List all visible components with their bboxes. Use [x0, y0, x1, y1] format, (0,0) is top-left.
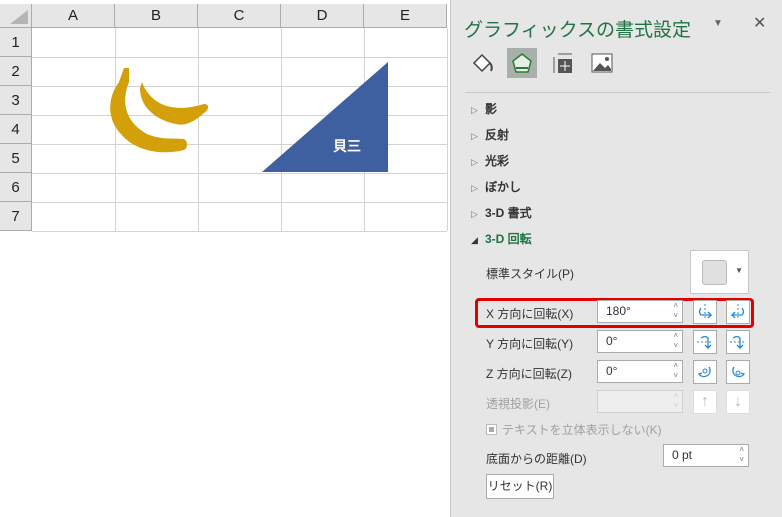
grid-line — [447, 28, 448, 231]
perspective-increase-button[interactable]: ↑ — [693, 390, 717, 414]
spreadsheet: A B C D E 1 2 3 4 5 6 7 貝三 — [0, 0, 450, 517]
preset-dropdown[interactable]: ▼ — [690, 250, 749, 294]
x-rotation-input[interactable]: 180° ˄ ˅ — [597, 300, 683, 323]
x-rotation-value: 180° — [606, 304, 631, 318]
section-shadow[interactable]: ▷ 影 — [471, 100, 497, 117]
section-glow[interactable]: ▷ 光彩 — [471, 152, 509, 169]
y-rotate-up-button[interactable] — [693, 330, 717, 354]
spinner-arrows[interactable]: ˄ ˅ — [739, 445, 744, 465]
row-header-4[interactable]: 4 — [0, 115, 32, 144]
spinner-arrows[interactable]: ˄ ˅ — [673, 361, 678, 381]
z-rotate-left-button[interactable] — [693, 360, 717, 384]
row-header-5[interactable]: 5 — [0, 144, 32, 173]
row-header-1[interactable]: 1 — [0, 28, 32, 57]
section-label: 3-D 書式 — [485, 206, 532, 220]
y-rotate-down-button[interactable] — [726, 330, 750, 354]
pane-options-dropdown-icon[interactable]: ▼ — [713, 18, 723, 29]
distance-label: 底面からの距離(D) — [486, 452, 587, 466]
section-label: 影 — [485, 102, 498, 116]
x-rotation-label: X 方向に回転(X) — [486, 307, 574, 321]
keep-text-flat-checkbox[interactable]: テキストを立体表示しない(K) — [486, 421, 662, 438]
chevron-down-icon: ▼ — [735, 266, 743, 275]
row-header-6[interactable]: 6 — [0, 173, 32, 202]
effects-icon[interactable] — [507, 48, 537, 78]
row-header-2[interactable]: 2 — [0, 57, 32, 86]
spinner-arrows[interactable]: ˄ ˅ — [673, 301, 678, 321]
section-3d-rotation[interactable]: ◢ 3-D 回転 — [471, 230, 532, 247]
reset-button[interactable]: リセット(R) — [486, 474, 554, 499]
grid-line — [32, 231, 447, 232]
x-rotate-right-button[interactable] — [726, 300, 750, 324]
checkbox-icon — [486, 424, 497, 435]
section-soft-edges[interactable]: ▷ ぼかし — [471, 178, 521, 195]
column-header-b[interactable]: B — [115, 4, 198, 28]
section-label: 3-D 回転 — [485, 232, 532, 246]
banana-icon[interactable] — [108, 64, 214, 156]
z-rotation-input[interactable]: 0° ˄ ˅ — [597, 360, 683, 383]
format-graphics-pane: グラフィックスの書式設定 ▼ ✕ ▷ 影 ▷ 反射 ▷ 光彩 ▷ ぼかし ▷ 3-D 書式… — [450, 0, 782, 517]
picture-icon[interactable] — [587, 48, 617, 78]
preset-swatch — [702, 260, 727, 285]
select-all-button[interactable] — [0, 4, 32, 28]
preset-label: 標準スタイル(P) — [486, 267, 574, 281]
column-header-e[interactable]: E — [364, 4, 447, 28]
z-rotation-label: Z 方向に回転(Z) — [486, 367, 572, 381]
size-properties-icon[interactable] — [547, 48, 577, 78]
distance-value: 0 pt — [672, 448, 693, 462]
column-header-a[interactable]: A — [32, 4, 115, 28]
perspective-decrease-button[interactable]: ↓ — [726, 390, 750, 414]
row-header-3[interactable]: 3 — [0, 86, 32, 115]
column-header-c[interactable]: C — [198, 4, 281, 28]
divider — [465, 92, 770, 93]
section-3d-format[interactable]: ▷ 3-D 書式 — [471, 204, 532, 221]
grid-line — [32, 57, 447, 58]
close-icon[interactable]: ✕ — [753, 13, 766, 33]
section-reflection[interactable]: ▷ 反射 — [471, 126, 509, 143]
fill-line-icon[interactable] — [468, 48, 498, 78]
right-triangle-shape[interactable] — [260, 60, 390, 174]
keep-text-flat-label: テキストを立体表示しない(K) — [502, 423, 662, 437]
grid-line — [32, 202, 447, 203]
y-rotation-input[interactable]: 0° ˄ ˅ — [597, 330, 683, 353]
y-rotation-label: Y 方向に回転(Y) — [486, 337, 574, 351]
section-label: 光彩 — [485, 154, 510, 168]
perspective-input[interactable]: ˄ ˅ — [597, 390, 683, 413]
distance-input[interactable]: 0 pt ˄ ˅ — [663, 444, 749, 467]
pane-title: グラフィックスの書式設定 — [464, 20, 692, 41]
spinner-arrows[interactable]: ˄ ˅ — [673, 391, 678, 411]
shape-text: 貝三 — [333, 138, 361, 154]
y-rotation-value: 0° — [606, 334, 618, 348]
z-rotate-right-button[interactable] — [726, 360, 750, 384]
section-label: 反射 — [485, 128, 510, 142]
x-rotate-left-button[interactable] — [693, 300, 717, 324]
spinner-arrows[interactable]: ˄ ˅ — [673, 331, 678, 351]
section-label: ぼかし — [485, 180, 522, 194]
row-header-7[interactable]: 7 — [0, 202, 32, 231]
perspective-label: 透視投影(E) — [486, 397, 550, 411]
column-header-d[interactable]: D — [281, 4, 364, 28]
z-rotation-value: 0° — [606, 364, 618, 378]
